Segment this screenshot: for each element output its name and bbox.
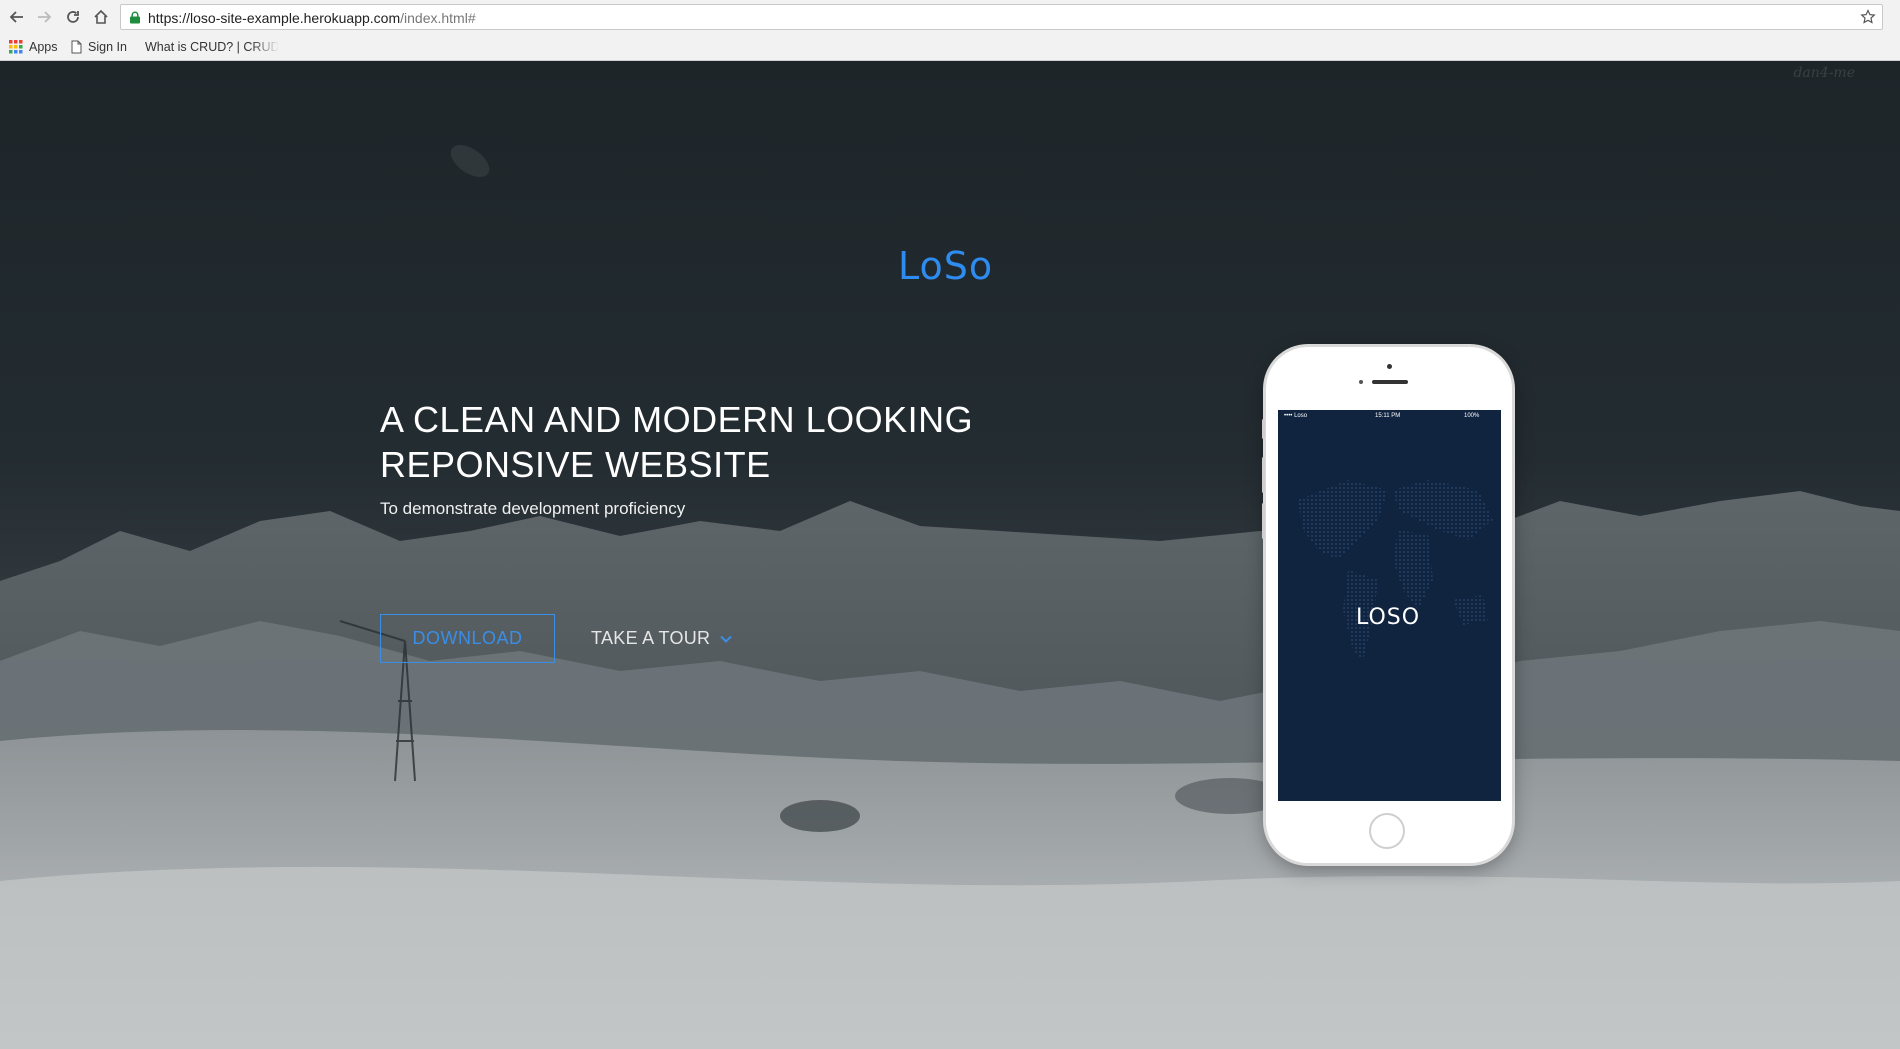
bookmark-sign-in[interactable]: Sign In <box>71 38 127 56</box>
hero-section: dan4-me LoSo A CLEAN AND MODERN LOOKING … <box>0 61 1900 1049</box>
forward-icon <box>38 11 52 23</box>
url-host: https://loso-site-example.herokuapp.com <box>148 10 401 26</box>
take-a-tour-button[interactable]: TAKE A TOUR <box>591 614 733 663</box>
bookmark-label: Sign In <box>88 40 127 54</box>
hero-headline: A CLEAN AND MODERN LOOKING REPONSIVE WEB… <box>380 397 1080 487</box>
star-icon[interactable] <box>1860 9 1876 25</box>
lock-icon <box>130 11 140 24</box>
headline-line-2: REPONSIVE WEBSITE <box>380 444 771 485</box>
back-button[interactable] <box>6 6 28 28</box>
download-button[interactable]: DOWNLOAD <box>380 614 555 663</box>
reload-button[interactable] <box>62 6 84 28</box>
phone-screen: •••• Loso 15:11 PM 100% LOSO <box>1278 410 1501 801</box>
page-icon <box>71 40 82 54</box>
bookmark-apps[interactable]: Apps <box>9 38 58 56</box>
phone-screen-logo: LOSO <box>1356 605 1421 630</box>
bookmark-crud[interactable]: c What is CRUD? | CRUD <box>139 38 279 56</box>
bookmark-label: Apps <box>29 40 58 54</box>
phone-sensor <box>1359 380 1363 384</box>
url-text: https://loso-site-example.herokuapp.com/… <box>148 10 476 26</box>
address-bar[interactable]: https://loso-site-example.herokuapp.com/… <box>120 4 1883 30</box>
home-icon <box>94 9 108 24</box>
phone-speaker <box>1372 380 1408 384</box>
site-logo[interactable]: LoSo <box>898 241 993 291</box>
phone-mockup: •••• Loso 15:11 PM 100% LOSO <box>1262 347 1512 863</box>
forward-button[interactable] <box>33 6 55 28</box>
back-icon <box>9 11 23 23</box>
phone-volume-up <box>1262 457 1265 493</box>
mountain-background <box>0 145 1900 1049</box>
phone-camera <box>1387 364 1392 369</box>
hero-subheadline: To demonstrate development proficiency <box>380 499 686 518</box>
phone-volume-down <box>1262 503 1265 539</box>
home-button[interactable] <box>90 6 112 28</box>
phone-home-button <box>1369 813 1405 849</box>
chevron-down-icon <box>720 635 733 643</box>
phone-mute-switch <box>1262 419 1265 439</box>
reload-icon <box>67 11 79 23</box>
browser-toolbar: https://loso-site-example.herokuapp.com/… <box>0 0 1900 61</box>
bookmarks-bar: Apps Sign In c What is CRUD? | CRUD <box>0 34 1900 58</box>
watermark: dan4-me <box>1793 65 1855 81</box>
url-path: /index.html# <box>400 10 476 26</box>
headline-line-1: A CLEAN AND MODERN LOOKING <box>380 399 974 440</box>
take-a-tour-label: TAKE A TOUR <box>591 628 711 648</box>
bookmark-label: What is CRUD? | CRUD <box>145 40 279 54</box>
apps-grid-icon <box>9 40 23 54</box>
